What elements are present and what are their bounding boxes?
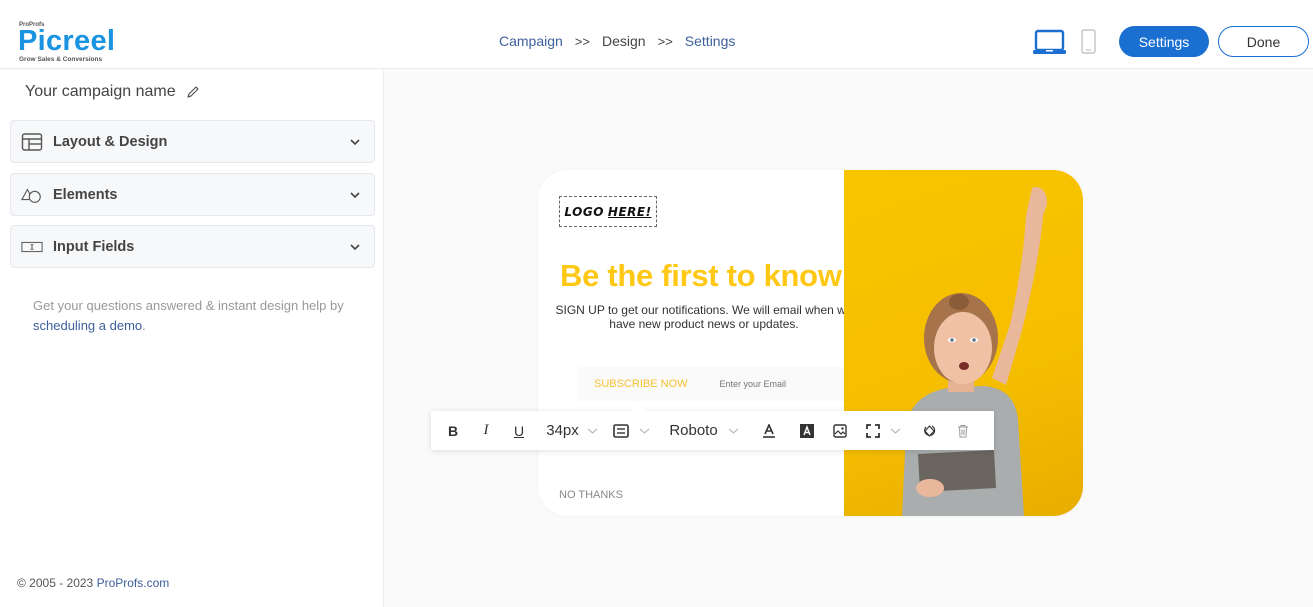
picreel-logo[interactable]: ProProfs Picreel Grow Sales & Conversion… [18,22,128,64]
pencil-icon[interactable] [186,85,200,99]
reset-icon [923,424,935,437]
highlight-color-button[interactable] [789,411,825,450]
campaign-name-text: Your campaign name [25,83,176,100]
chevron-down-icon [587,428,598,434]
text-color-button[interactable] [749,411,789,450]
font-family-value: Roboto [669,422,718,439]
email-input[interactable] [719,379,840,389]
delete-element-button[interactable] [947,411,979,450]
accordion-layout-design[interactable]: Layout & Design [10,120,375,163]
text-format-toolbar: B I U 34px Roboto [431,403,994,450]
done-button[interactable]: Done [1218,26,1309,57]
logo-placeholder[interactable]: LOGO HERE! [559,196,657,227]
background-image-button[interactable] [825,411,855,450]
laptop-icon [1033,29,1066,54]
design-canvas: LOGO HERE! Be the first to know SIGN UP … [385,70,1313,607]
shapes-icon [21,186,43,204]
reset-style-button[interactable] [911,411,947,450]
proprofs-link[interactable]: ProProfs.com [97,576,170,590]
font-size-dropdown[interactable]: 34px [541,411,603,450]
trash-icon [958,424,968,437]
help-suffix: . [142,318,146,333]
no-thanks-link[interactable]: NO THANKS [559,489,623,501]
input-field-icon [21,238,43,256]
mobile-preview-toggle[interactable] [1081,29,1096,54]
italic-button[interactable]: I [475,411,497,450]
popup-preview: LOGO HERE! Be the first to know SIGN UP … [538,170,1083,516]
breadcrumb-campaign[interactable]: Campaign [499,33,563,49]
mobile-icon [1081,29,1096,54]
chevron-down-icon [639,428,649,434]
bold-button[interactable]: B [431,411,475,450]
chevron-down-icon [350,191,360,198]
breadcrumb-settings[interactable]: Settings [685,33,736,49]
font-family-dropdown[interactable]: Roboto [659,411,749,450]
subscribe-now-button[interactable]: SUBSCRIBE NOW [594,378,688,390]
chevron-down-icon [350,243,360,250]
breadcrumb-design[interactable]: Design [602,33,646,49]
align-icon [612,423,629,438]
hero-image[interactable] [844,170,1083,516]
spacing-icon [865,423,880,438]
underline-button[interactable]: U [497,411,541,450]
chevron-down-icon [890,428,900,434]
accordion-input-fields[interactable]: Input Fields [10,225,375,268]
schedule-demo-link[interactable]: scheduling a demo [33,318,142,333]
image-icon [833,423,847,438]
breadcrumb: Campaign >> Design >> Settings [499,33,735,49]
alignment-dropdown[interactable] [603,411,659,450]
top-header: ProProfs Picreel Grow Sales & Conversion… [0,0,1313,69]
footer: © 2005 - 2023 ProProfs.com [17,576,169,590]
chevron-down-icon [728,428,739,434]
campaign-name-field[interactable]: Your campaign name [25,83,200,101]
chevron-down-icon [350,138,360,145]
breadcrumb-separator: >> [657,33,673,49]
accordion-label: Elements [53,186,118,203]
popup-headline[interactable]: Be the first to know [560,258,842,294]
logo-picreel: Picreel [18,25,116,57]
toolbar-pointer [631,403,647,411]
copyright-text: © 2005 - 2023 [17,576,94,590]
accordion-label: Input Fields [53,238,135,255]
subscribe-row: SUBSCRIBE NOW [578,367,888,401]
help-text: Get your questions answered & instant de… [33,296,373,336]
logo-placeholder-text-2: HERE! [607,204,652,219]
text-color-icon [763,423,775,438]
accordion-elements[interactable]: Elements [10,173,375,216]
logo-placeholder-text-1: LOGO [564,204,604,219]
font-size-value: 34px [546,422,579,439]
settings-button[interactable]: Settings [1119,26,1209,57]
help-message: Get your questions answered & instant de… [33,298,344,313]
left-sidebar: Your campaign name Layout & Design Eleme… [0,70,384,607]
logo-tagline: Grow Sales & Conversions [19,56,103,63]
accordion-label: Layout & Design [53,133,168,150]
layout-icon [21,132,43,151]
highlight-color-icon [800,423,814,438]
woman-celebrating-illustration [902,186,1048,516]
breadcrumb-separator: >> [574,33,591,49]
popup-subtext[interactable]: SIGN UP to get our notifications. We wil… [544,303,864,331]
desktop-preview-toggle[interactable] [1033,29,1066,55]
spacing-dropdown[interactable] [855,411,911,450]
